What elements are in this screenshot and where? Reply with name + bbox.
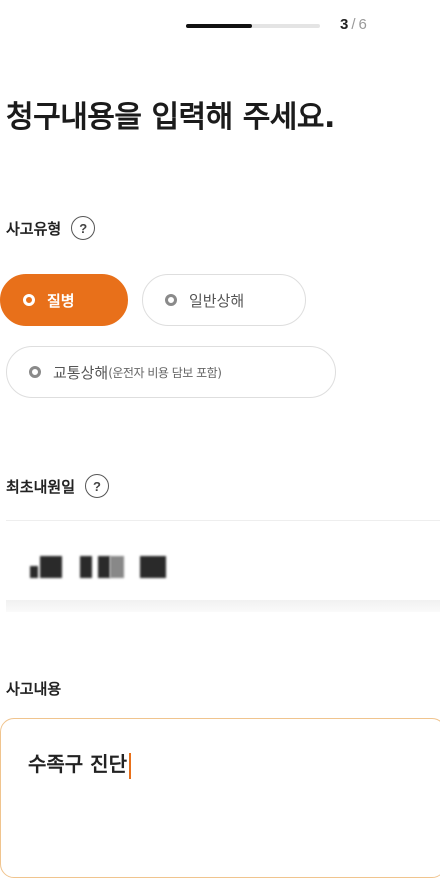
first-visit-date-label-text: 최초내원일 <box>6 477 76 496</box>
page-title: 청구내용을 입력해 주세요. <box>6 100 335 135</box>
accident-detail-value: 수족구 진단 <box>28 752 127 776</box>
text-caret <box>128 752 131 779</box>
accident-type-label: 사고유형 ? <box>6 216 96 240</box>
accident-detail-label: 사고내용 <box>6 678 61 699</box>
accident-detail-label-text: 사고내용 <box>6 680 62 698</box>
first-visit-date-label: 최초내원일 ? <box>6 474 110 498</box>
step-total: 6 <box>358 16 367 33</box>
option-general-injury-label: 일반상해 <box>189 291 245 310</box>
help-icon[interactable]: ? <box>71 216 96 240</box>
progress-fill <box>186 24 252 28</box>
step-indicator: 3/6 <box>340 16 367 33</box>
option-disease-label: 질병 <box>47 291 75 310</box>
option-traffic-injury-sub: (운전자 비용 담보 포함) <box>108 365 222 380</box>
accident-detail-textarea[interactable] <box>0 718 440 878</box>
step-separator: / <box>351 16 356 33</box>
step-current: 3 <box>340 16 349 33</box>
radio-unselected-icon <box>29 366 41 378</box>
radio-unselected-icon <box>165 294 177 306</box>
option-disease[interactable]: 질병 <box>0 274 128 326</box>
radio-selected-icon <box>23 294 35 306</box>
option-traffic-injury-label: 교통상해 <box>53 363 109 382</box>
option-general-injury[interactable]: 일반상해 <box>142 274 306 326</box>
step-progress: 3/6 <box>0 16 440 36</box>
accident-type-label-text: 사고유형 <box>6 219 62 238</box>
accident-detail-value-wrap: 수족구 진단 <box>28 748 131 779</box>
option-traffic-injury[interactable]: 교통상해 (운전자 비용 담보 포함) <box>6 346 336 398</box>
date-field-divider <box>6 600 440 612</box>
help-icon[interactable]: ? <box>85 474 110 498</box>
